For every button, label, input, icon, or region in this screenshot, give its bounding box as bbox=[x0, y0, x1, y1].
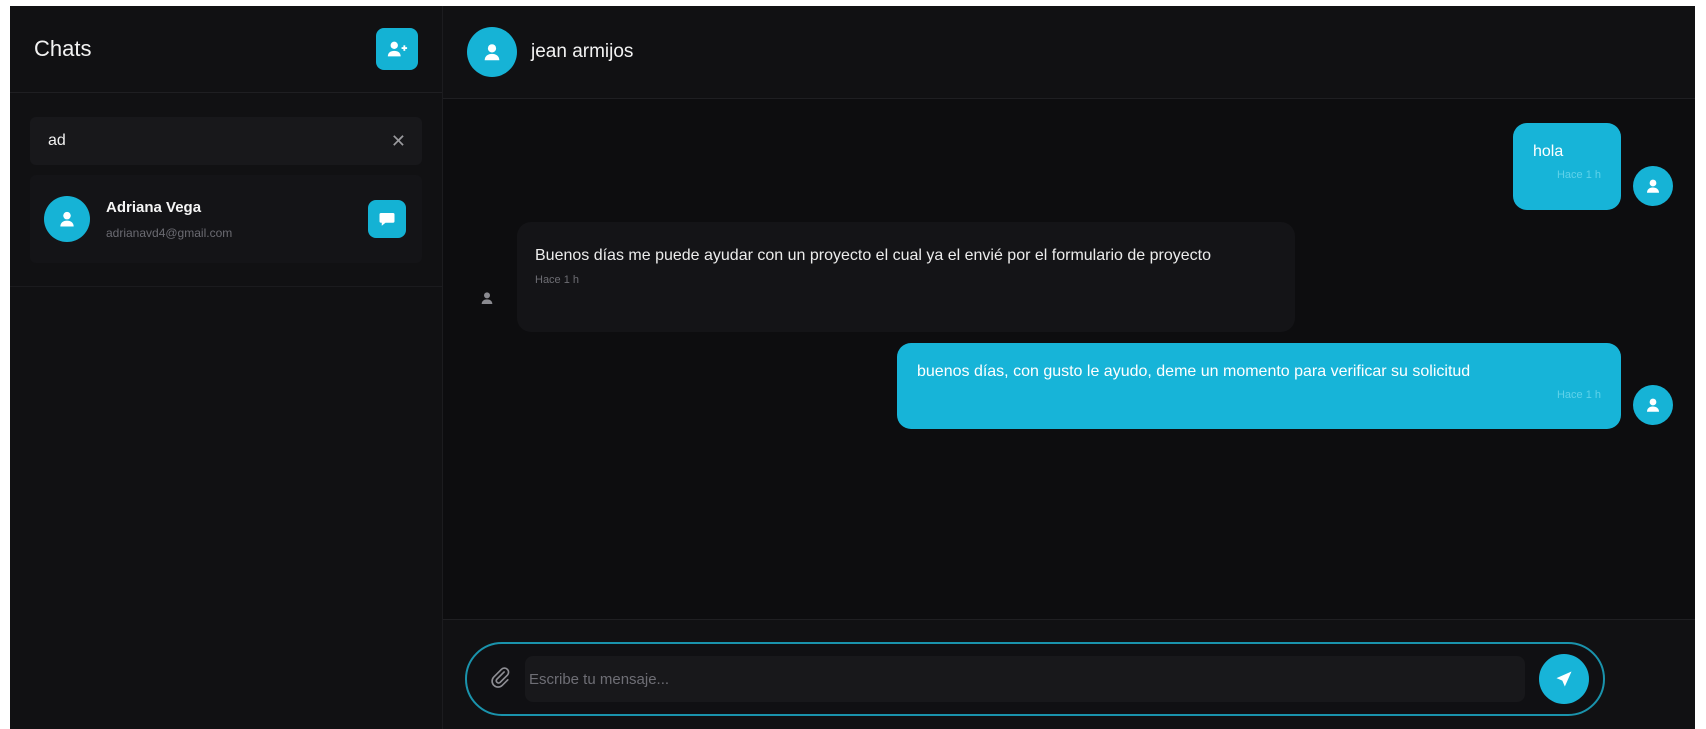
search-area: ✕ Adriana Vega adrianavd4@gmail.com bbox=[10, 93, 442, 287]
avatar bbox=[1633, 385, 1673, 425]
contact-item[interactable]: Adriana Vega adrianavd4@gmail.com bbox=[30, 175, 422, 263]
open-chat-button[interactable] bbox=[368, 200, 406, 238]
close-icon[interactable]: ✕ bbox=[391, 132, 406, 150]
contact-name: Adriana Vega bbox=[106, 198, 202, 216]
avatar bbox=[1633, 166, 1673, 206]
message-bubble-incoming: Buenos días me puede ayudar con un proye… bbox=[517, 222, 1295, 332]
composer-area bbox=[443, 619, 1695, 729]
add-contact-button[interactable] bbox=[376, 28, 418, 70]
message-text: hola bbox=[1533, 143, 1564, 160]
avatar bbox=[44, 196, 90, 242]
sidebar-title: Chats bbox=[34, 36, 92, 61]
send-icon bbox=[1556, 671, 1572, 687]
message-row: Buenos días me puede ayudar con un proye… bbox=[479, 222, 1295, 332]
user-plus-icon bbox=[387, 41, 408, 57]
message-row: hola Hace 1 h bbox=[1513, 123, 1673, 210]
message-row: buenos días, con gusto le ayudo, deme un… bbox=[897, 343, 1673, 429]
contact-email: adrianavd4@gmail.com bbox=[106, 225, 233, 240]
avatar bbox=[467, 27, 517, 77]
message-time: Hace 1 h bbox=[535, 274, 580, 286]
user-icon bbox=[1647, 398, 1659, 412]
message-time: Hace 1 h bbox=[1556, 389, 1601, 401]
message-text: buenos días, con gusto le ayudo, deme un… bbox=[917, 363, 1471, 380]
user-icon bbox=[1647, 179, 1659, 193]
message-composer bbox=[465, 642, 1605, 716]
message-list: hola Hace 1 h Buenos días me puede ayuda… bbox=[443, 99, 1695, 619]
sidebar: Chats ✕ bbox=[10, 6, 443, 729]
sender-avatar bbox=[479, 289, 499, 312]
chat-contact-name: jean armijos bbox=[531, 41, 634, 62]
paperclip-icon-svg bbox=[491, 666, 510, 688]
sidebar-header: Chats bbox=[10, 6, 442, 93]
chat-bubble-icon bbox=[379, 213, 395, 226]
message-bubble-outgoing: hola Hace 1 h bbox=[1513, 123, 1621, 210]
message-time: Hace 1 h bbox=[1556, 169, 1601, 181]
chat-app: Chats ✕ bbox=[10, 6, 1695, 729]
message-text: Buenos días me puede ayudar con un proye… bbox=[535, 247, 1211, 264]
user-icon bbox=[484, 44, 500, 61]
user-icon bbox=[481, 292, 493, 304]
message-input[interactable] bbox=[525, 656, 1525, 702]
search-input[interactable] bbox=[48, 132, 391, 150]
contact-info: Adriana Vega adrianavd4@gmail.com bbox=[106, 199, 368, 240]
message-bubble-outgoing: buenos días, con gusto le ayudo, deme un… bbox=[897, 343, 1621, 429]
send-button[interactable] bbox=[1539, 654, 1589, 704]
chat-header: jean armijos bbox=[443, 6, 1695, 99]
search-box: ✕ bbox=[30, 117, 422, 165]
user-icon bbox=[60, 211, 74, 227]
chat-panel: jean armijos hola Hace 1 h Buenos días m… bbox=[443, 6, 1695, 729]
paperclip-icon[interactable] bbox=[489, 666, 511, 693]
